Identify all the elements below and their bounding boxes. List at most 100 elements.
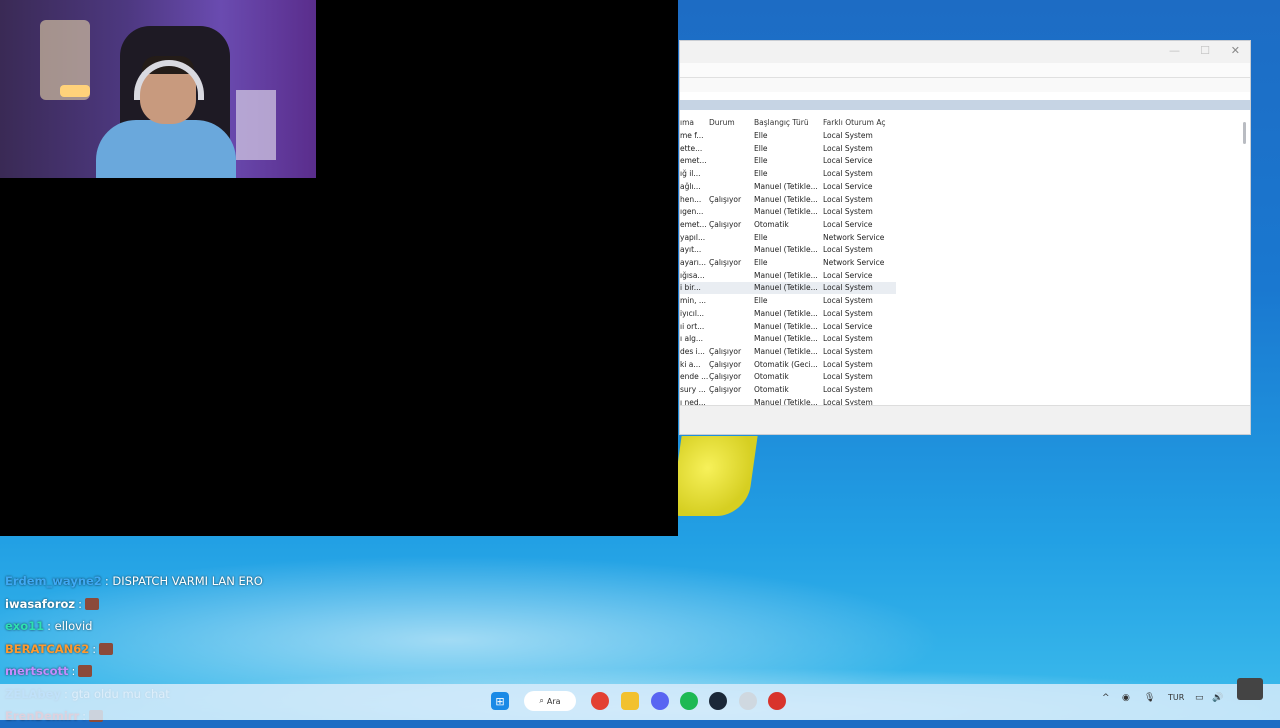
service-row[interactable]: min, ... Elle Local System [680,295,896,307]
service-logon: Local Service [823,156,873,166]
service-row[interactable]: ağlı... Manuel (Tetikle... Local Service [680,181,896,193]
window-titlebar[interactable]: — ☐ ✕ [680,41,1250,63]
emote-icon [84,597,99,610]
microphone-icon[interactable]: 🎙 [1144,693,1155,703]
column-header-name[interactable]: ıma [680,118,694,127]
chat-text: : [92,641,97,656]
service-startup: Elle [754,156,768,166]
service-row[interactable]: ende ... Çalışıyor Otomatik Local System [680,371,896,383]
service-name: sury ... [680,385,706,394]
chat-message: exo11: ellovid [5,615,425,638]
minimize-icon[interactable]: — [1169,44,1180,57]
window-menubar [680,78,1250,92]
chrome-icon[interactable] [591,692,609,710]
service-startup: Manuel (Tetikle... [754,283,818,293]
service-row[interactable]: ığısa... Manuel (Tetikle... Local Service [680,270,896,282]
maximize-icon[interactable]: ☐ [1200,44,1210,57]
service-row[interactable]: sury ... Çalışıyor Otomatik Local System [680,384,896,396]
service-startup: Manuel (Tetikle... [754,321,818,331]
chat-username[interactable]: exo11 [5,619,44,633]
vertical-scrollbar[interactable] [1243,122,1246,144]
service-row[interactable]: ayıt... Manuel (Tetikle... Local System [680,244,896,256]
service-row[interactable]: me f... Elle Local System [680,130,896,142]
service-row[interactable]: emet... Elle Local Service [680,155,896,167]
service-startup: Otomatik [754,372,789,382]
service-row[interactable]: emet... Çalışıyor Otomatik Local Service [680,219,896,231]
chevron-up-icon[interactable]: ^ [1102,693,1110,703]
service-logon: Local System [823,346,873,356]
service-name: emet... [680,219,707,229]
start-icon[interactable]: ⊞ [491,692,509,710]
language-indicator[interactable]: TUR [1168,693,1184,702]
service-logon: Local Service [823,219,873,229]
volume-icon[interactable]: 🔊 [1212,693,1223,703]
service-row[interactable]: ıi ort... Manuel (Tetikle... Local Service [680,321,896,333]
close-icon[interactable]: ✕ [1231,44,1240,57]
service-logon: Local System [823,296,873,306]
notification-icon[interactable] [1237,678,1263,700]
service-startup: Elle [754,232,768,242]
taskbar-search[interactable]: ⌕ Ara [524,691,576,711]
steam-icon[interactable] [709,692,727,710]
column-header-logon-as[interactable]: Farklı Oturum Aç [823,118,885,127]
emote-icon [99,642,114,655]
chat-username[interactable]: mertscott [5,664,69,678]
taskbar: ⊞ ⌕ Ara ^ ◉ 🎙 TUR ▭ 🔊 [0,678,1280,720]
service-row[interactable]: yapıl... Elle Network Service [680,232,896,244]
service-name: emet... [680,156,707,166]
chat-username[interactable]: BERATCAN62 [5,642,89,656]
service-startup: Otomatik (Geci... [754,359,818,369]
file-explorer-icon[interactable] [621,692,639,710]
service-logon: Local System [823,143,873,153]
app-icon[interactable] [768,692,786,710]
discord-icon[interactable] [651,692,669,710]
service-name: iyıcıl... [680,308,705,318]
spotify-icon[interactable] [680,692,698,710]
service-status: Çalışıyor [709,359,742,369]
service-row[interactable]: ayarı... Çalışıyor Elle Network Service [680,257,896,269]
service-startup: Manuel (Tetikle... [754,308,818,318]
service-name: ığ il... [680,169,701,179]
service-startup: Elle [754,258,768,267]
settings-icon[interactable] [739,692,757,710]
service-logon: Local Service [823,270,873,280]
service-row[interactable]: ette... Elle Local System [680,143,896,155]
service-row[interactable]: ı alg... Manuel (Tetikle... Local System [680,333,896,345]
chat-username[interactable]: iwasaforoz [5,597,75,611]
service-row[interactable]: iyıcıl... Manuel (Tetikle... Local System [680,308,896,320]
webcam-lamp [60,85,90,97]
service-logon: Local System [823,334,873,344]
chat-text: : ellovid [47,619,93,634]
search-label: Ara [546,696,561,706]
emote-icon [78,665,93,678]
service-startup: Manuel (Tetikle... [754,270,818,280]
service-name: ı alg... [680,334,704,344]
service-name: ayıt... [680,245,702,255]
service-name: i bir... [680,283,701,293]
service-logon: Network Service [823,232,885,242]
window-status-strip [680,405,1250,434]
chat-message: iwasaforoz: [5,593,425,616]
service-row[interactable]: ki a... Çalışıyor Otomatik (Geci... Local S… [680,359,896,371]
service-row[interactable]: des i... Çalışıyor Manuel (Tetikle... Local… [680,346,896,358]
service-row[interactable]: i bir... Manuel (Tetikle... Local System [680,282,896,295]
column-header-status[interactable]: Durum [709,118,735,127]
chat-text: : [71,664,76,679]
display-icon[interactable]: ▭ [1195,693,1204,703]
chat-message: mertscott: [5,660,425,683]
services-window[interactable]: — ☐ ✕ ıma Durum Başlangıç Türü Farklı Ot… [679,40,1251,435]
webcam-dresser [236,90,276,160]
service-name: ığısa... [680,270,705,280]
service-row[interactable]: ığ il... Elle Local System [680,168,896,180]
service-logon: Local System [823,207,873,217]
service-row[interactable]: hen... Çalışıyor Manuel (Tetikle... Local S… [680,194,896,206]
column-header-startup-type[interactable]: Başlangıç Türü [754,118,809,127]
network-icon[interactable]: ◉ [1122,693,1130,703]
service-name: me f... [680,131,704,140]
chat-text: : [78,596,82,611]
service-status: Çalışıyor [709,219,742,229]
chat-username[interactable]: Erdem_wayne2 [5,574,102,588]
service-name: des i... [680,346,705,356]
service-row[interactable]: ıgen... Manuel (Tetikle... Local System [680,206,896,218]
service-logon: Local System [823,245,873,255]
